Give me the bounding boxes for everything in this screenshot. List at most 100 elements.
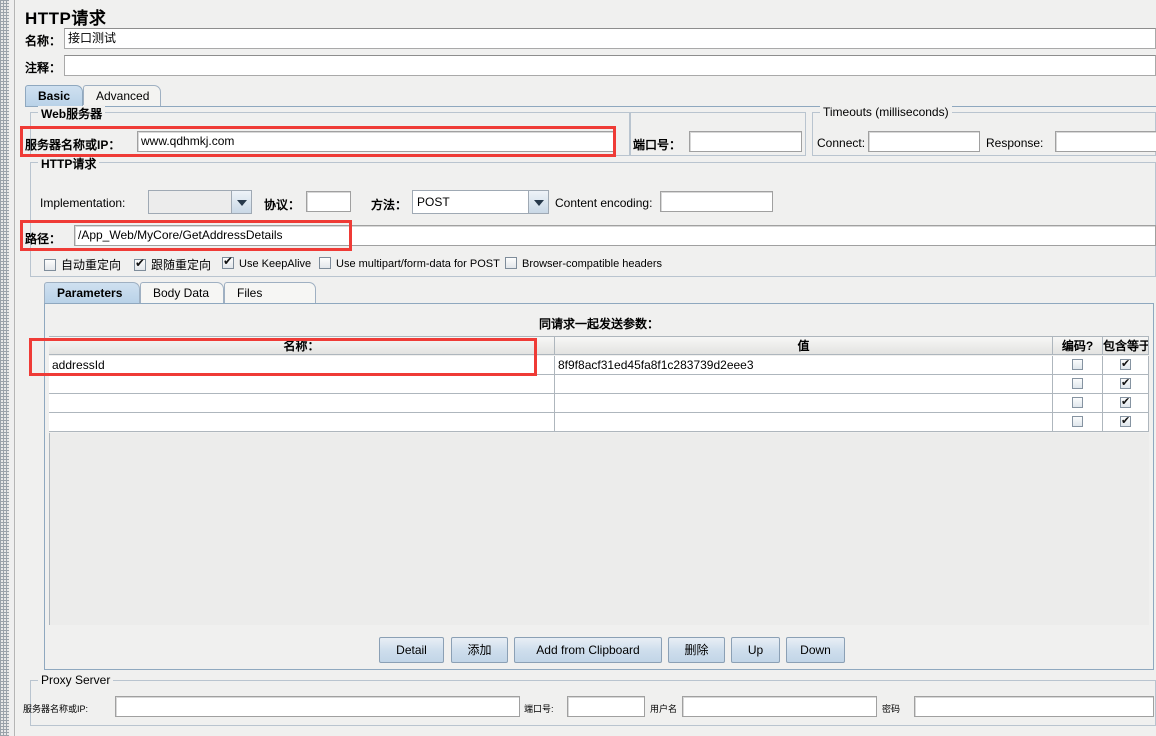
checkbox-checked-icon[interactable] (1120, 375, 1131, 392)
table-row[interactable] (555, 394, 1053, 413)
column-header-encode: 编码? (1053, 336, 1103, 355)
table-row[interactable]: addressId (49, 356, 555, 375)
send-parameters-caption: 同请求一起发送参数： (538, 317, 659, 331)
tab-files-upload[interactable]: Files Upload (224, 282, 316, 320)
add-button[interactable]: 添加 (451, 637, 508, 663)
table-row[interactable] (1053, 356, 1103, 375)
chevron-down-icon[interactable] (231, 191, 251, 213)
checkbox-checked-icon[interactable] (1120, 413, 1131, 430)
http-request-panel: HTTP请求 名称： 接口测试 注释： Basic Advanced Web服务… (16, 0, 1156, 736)
proxy-server-name-input[interactable] (115, 696, 520, 717)
option-follow-redirect[interactable]: 跟随重定向 (134, 256, 211, 274)
page-title: HTTP请求 (25, 9, 107, 28)
main-tabstrip: Basic Advanced (25, 85, 1156, 107)
table-row[interactable] (49, 394, 555, 413)
protocol-input[interactable] (306, 191, 351, 212)
parameters-panel: 同请求一起发送参数： 名称： 值 编码? 包含等于? addressId 8f9… (44, 303, 1154, 670)
window-left-rail (0, 0, 9, 736)
table-row[interactable] (49, 375, 555, 394)
tab-advanced[interactable]: Advanced (83, 85, 161, 106)
content-encoding-label: Content encoding: (555, 196, 653, 210)
down-button[interactable]: Down (786, 637, 845, 663)
option-follow-redirect-label: 跟随重定向 (151, 258, 212, 272)
table-row[interactable] (1053, 394, 1103, 413)
option-multipart-form-data-label: Use multipart/form-data for POST (336, 258, 500, 270)
table-row[interactable] (1053, 375, 1103, 394)
timeouts-group-label: Timeouts (milliseconds) (820, 105, 952, 119)
checkbox-icon[interactable] (44, 259, 56, 271)
table-row[interactable]: 8f9f8acf31ed45fa8f1c283739d2eee3 (555, 356, 1053, 375)
column-header-value: 值 (555, 336, 1053, 355)
checkbox-icon[interactable] (1072, 416, 1083, 427)
proxy-password-input[interactable] (914, 696, 1154, 717)
delete-button[interactable]: 删除 (668, 637, 725, 663)
detail-button[interactable]: Detail (379, 637, 444, 663)
option-use-keepalive-label: Use KeepAlive (239, 258, 312, 270)
path-input[interactable]: /App_Web/MyCore/GetAddressDetails (74, 225, 1156, 246)
connect-timeout-label: Connect: (817, 136, 866, 150)
option-auto-redirect[interactable]: 自动重定向 (44, 256, 121, 274)
checkbox-checked-icon[interactable] (222, 254, 234, 269)
implementation-label: Implementation: (40, 196, 126, 210)
option-browser-compatible-headers-label: Browser-compatible headers (522, 258, 663, 270)
connect-timeout-input[interactable] (868, 131, 980, 152)
checkbox-icon[interactable] (1072, 397, 1083, 408)
column-header-name: 名称： (49, 336, 555, 355)
tab-body-data[interactable]: Body Data (140, 282, 224, 303)
checkbox-checked-icon[interactable] (134, 256, 146, 271)
table-row[interactable] (555, 375, 1053, 394)
parameters-tabstrip: Parameters Body Data Files Upload (44, 282, 1154, 320)
parameters-table-empty-area (49, 433, 1149, 625)
proxy-server-name-label: 服务器名称或IP: (23, 704, 89, 714)
comment-input[interactable] (64, 55, 1156, 76)
table-row[interactable] (1103, 375, 1149, 394)
protocol-label: 协议： (264, 198, 301, 212)
table-row[interactable] (1103, 394, 1149, 413)
proxy-username-input[interactable] (682, 696, 877, 717)
method-value: POST (417, 195, 450, 209)
implementation-dropdown[interactable] (148, 190, 252, 214)
method-dropdown[interactable]: POST (412, 190, 549, 214)
window-left-gutter (9, 0, 15, 736)
proxy-password-label: 密码 (882, 704, 901, 714)
method-label: 方法： (371, 198, 408, 212)
proxy-username-label: 用户名 (650, 704, 678, 714)
option-auto-redirect-label: 自动重定向 (61, 258, 122, 272)
http-request-group-label: HTTP请求 (38, 155, 100, 172)
table-row[interactable] (1103, 356, 1149, 375)
response-timeout-input[interactable] (1055, 131, 1156, 152)
proxy-server-group-label: Proxy Server (38, 673, 114, 687)
name-input[interactable]: 接口测试 (64, 28, 1156, 49)
checkbox-checked-icon[interactable] (1120, 356, 1131, 373)
server-name-label: 服务器名称或IP： (25, 138, 121, 152)
server-name-input[interactable]: www.qdhmkj.com (137, 131, 616, 152)
table-row[interactable] (49, 413, 555, 432)
tab-basic[interactable]: Basic (25, 85, 83, 106)
option-browser-compatible-headers[interactable]: Browser-compatible headers (505, 256, 662, 274)
column-header-include-equals: 包含等于? (1103, 336, 1149, 355)
checkbox-icon[interactable] (1072, 378, 1083, 389)
chevron-down-icon[interactable] (528, 191, 548, 213)
up-button[interactable]: Up (731, 637, 780, 663)
name-label: 名称： (25, 34, 62, 48)
option-multipart-form-data[interactable]: Use multipart/form-data for POST (319, 256, 500, 274)
table-row[interactable] (1103, 413, 1149, 432)
table-row[interactable] (1053, 413, 1103, 432)
checkbox-icon[interactable] (505, 257, 517, 269)
checkbox-icon[interactable] (319, 257, 331, 269)
proxy-port-label: 端口号: (524, 704, 554, 714)
proxy-port-input[interactable] (567, 696, 645, 717)
comment-label: 注释： (25, 61, 62, 75)
path-label: 路径： (25, 232, 62, 246)
port-input[interactable] (689, 131, 802, 152)
option-use-keepalive[interactable]: Use KeepAlive (222, 254, 312, 274)
add-from-clipboard-button[interactable]: Add from Clipboard (514, 637, 662, 663)
tab-parameters[interactable]: Parameters (44, 282, 140, 303)
web-server-group-label: Web服务器 (38, 105, 106, 122)
checkbox-checked-icon[interactable] (1120, 394, 1131, 411)
checkbox-icon[interactable] (1072, 359, 1083, 370)
table-row[interactable] (555, 413, 1053, 432)
port-label: 端口号： (633, 138, 682, 152)
content-encoding-input[interactable] (660, 191, 773, 212)
response-timeout-label: Response: (986, 136, 1044, 150)
